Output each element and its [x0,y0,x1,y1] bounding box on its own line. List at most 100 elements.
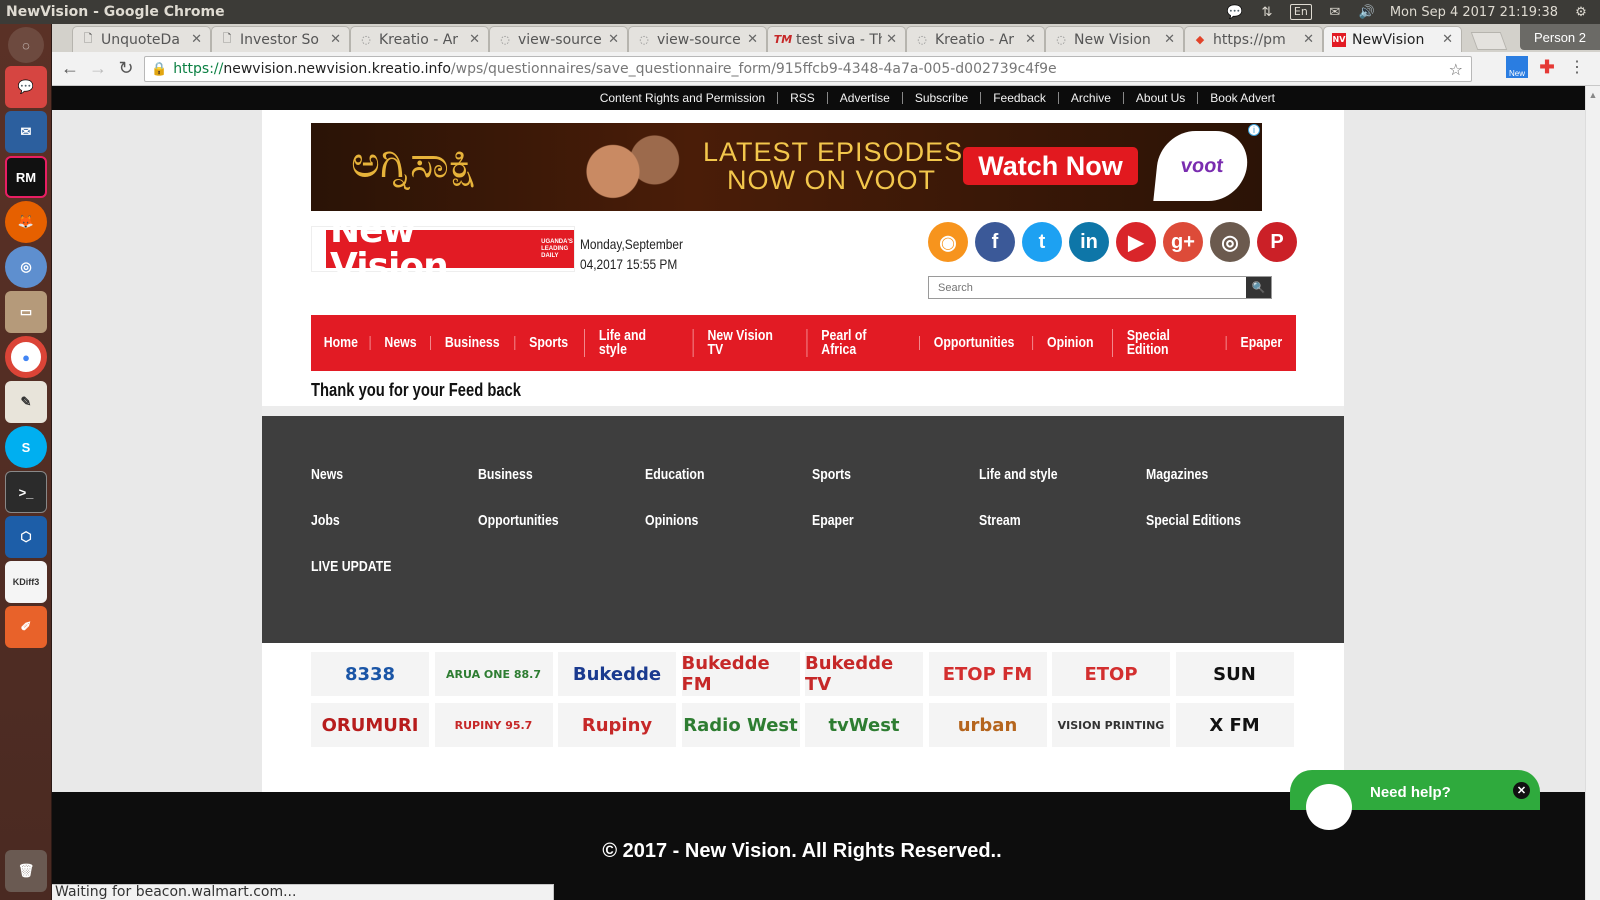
scroll-up-icon[interactable]: ▲ [1586,90,1600,100]
browser-tab[interactable]: TM test siva - Th ✕ [767,26,906,52]
google-plus-icon[interactable]: g+ [1163,222,1203,262]
firefox-icon[interactable]: 🦊 [5,201,47,243]
nav-item[interactable]: Pearl of Africa [806,328,911,357]
brand-logo[interactable]: 8338 [311,652,429,696]
ubuntu-dash-icon[interactable]: ◌ [8,27,44,63]
new-vision-logo[interactable]: New Vision UGANDA'S LEADING DAILY [311,213,575,285]
browser-tab[interactable]: ◌ view-source ✕ [628,26,767,52]
brand-logo[interactable]: Bukedde TV [805,652,923,696]
close-tab-icon[interactable]: ✕ [330,32,341,47]
brand-logo[interactable]: RUPINY 95.7 [434,703,553,747]
nav-item[interactable]: News [369,335,430,350]
twitter-icon[interactable]: t [1022,222,1062,262]
utility-link[interactable]: Advertise [826,92,902,104]
brand-logo[interactable]: Rupiny [558,703,676,747]
footer-link[interactable]: Epaper [812,512,854,529]
kdiff3-icon[interactable]: KDiff3 [5,561,47,603]
text-editor-icon[interactable]: ✎ [5,381,47,423]
footer-link[interactable]: Stream [979,512,1021,529]
chat-icon[interactable]: 💬 [5,66,47,108]
browser-tab[interactable]: ◌ Kreatio - Ar ✕ [350,26,489,52]
browser-tab[interactable]: 🗋 UnquoteDa ✕ [72,26,211,52]
extension-plus-icon[interactable]: ✚ [1536,56,1558,78]
settings-gear-icon[interactable]: ⚙ [1572,5,1590,20]
brand-logo[interactable]: Radio West [681,703,800,747]
forward-icon[interactable]: → [84,55,112,83]
compose-icon[interactable]: ✐ [5,606,47,648]
footer-link[interactable]: News [311,466,343,483]
ad-info-icon[interactable]: i [1248,124,1260,136]
help-widget[interactable]: Need help? ✕ [1290,770,1540,830]
nav-item[interactable]: Opportunities [918,335,1028,350]
nav-item[interactable]: Home [310,335,372,350]
close-tab-icon[interactable]: ✕ [1025,32,1036,47]
close-tab-icon[interactable]: ✕ [469,32,480,47]
utility-link[interactable]: Subscribe [901,92,980,104]
page-scrollbar[interactable]: ▲ [1585,86,1600,900]
thunderbird-icon[interactable]: ✉ [5,111,47,153]
volume-icon[interactable]: 🔊 [1358,5,1376,20]
youtube-icon[interactable]: ▶ [1116,222,1156,262]
nav-item[interactable]: Life and style [584,328,685,357]
footer-link[interactable]: Jobs [311,512,340,529]
footer-link[interactable]: Sports [812,466,851,483]
browser-tab[interactable]: ◌ view-source ✕ [489,26,628,52]
brand-logo[interactable]: urban [928,703,1047,747]
footer-link[interactable]: Education [645,466,704,483]
brand-logo[interactable]: ETOP [1052,652,1170,696]
brand-logo[interactable]: Bukedde FM [681,652,800,696]
close-tab-icon[interactable]: ✕ [1442,32,1453,47]
brand-logo[interactable]: SUN [1175,652,1294,696]
browser-tab-active[interactable]: NV NewVision ✕ [1323,26,1462,52]
search-icon[interactable]: 🔍 [1246,277,1271,298]
close-help-icon[interactable]: ✕ [1513,782,1530,799]
reload-icon[interactable]: ↻ [112,55,140,83]
bookmark-star-icon[interactable]: ☆ [1449,60,1463,79]
terminal-icon[interactable]: >_ [5,471,47,513]
chromium-icon[interactable]: ◎ [5,246,47,288]
address-bar[interactable]: 🔒 https://newvision.newvision.kreatio.in… [144,56,1472,82]
virtualbox-icon[interactable]: ⬡ [5,516,47,558]
rubymine-icon[interactable]: RM [5,156,47,198]
nav-item[interactable]: Epaper [1225,335,1296,350]
close-tab-icon[interactable]: ✕ [191,32,202,47]
watch-now-button[interactable]: Watch Now [963,147,1138,185]
close-tab-icon[interactable]: ✕ [1164,32,1175,47]
close-tab-icon[interactable]: ✕ [747,32,758,47]
utility-link[interactable]: Book Advert [1197,92,1287,104]
skype-icon[interactable]: S [5,426,47,468]
chat-indicator-icon[interactable]: 💬 [1226,5,1244,20]
footer-link[interactable]: Business [478,466,533,483]
brand-logo[interactable]: ORUMURI [311,703,429,747]
files-icon[interactable]: ▭ [5,291,47,333]
search-input[interactable] [929,277,1246,298]
close-tab-icon[interactable]: ✕ [1303,32,1314,47]
browser-tab[interactable]: ◌ Kreatio - Ar ✕ [906,26,1045,52]
browser-tab[interactable]: 🗋 Investor So ✕ [211,26,350,52]
footer-link[interactable]: Magazines [1146,466,1208,483]
footer-link[interactable]: Opportunities [478,512,559,529]
menu-icon[interactable]: ⋮ [1566,56,1588,78]
nav-item[interactable]: Sports [514,335,582,350]
brand-logo[interactable]: VISION PRINTING [1052,703,1170,747]
profile-button[interactable]: Person 2 [1520,24,1600,50]
browser-tab[interactable]: ◆ https://pm ✕ [1184,26,1323,52]
extension-new-icon[interactable]: New [1506,56,1528,78]
footer-link[interactable]: Life and style [979,466,1058,483]
footer-link[interactable]: Opinions [645,512,698,529]
brand-logo[interactable]: Bukedde [558,652,676,696]
linkedin-icon[interactable]: in [1069,222,1109,262]
clock[interactable]: Mon Sep 4 2017 21:19:38 [1390,5,1558,20]
brand-logo[interactable]: ETOP FM [928,652,1047,696]
brand-logo[interactable]: X FM [1175,703,1294,747]
instagram-icon[interactable]: ◎ [1210,222,1250,262]
utility-link[interactable]: Content Rights and Permission [588,92,777,104]
new-tab-button[interactable] [1470,32,1508,50]
utility-link[interactable]: Archive [1057,92,1123,104]
nav-item[interactable]: Opinion [1032,335,1108,350]
chrome-icon[interactable]: ● [5,336,47,378]
facebook-icon[interactable]: f [975,222,1015,262]
nav-item[interactable]: Business [430,335,513,350]
footer-link[interactable]: LIVE UPDATE [311,558,391,575]
nav-item[interactable]: Special Edition [1112,328,1222,357]
